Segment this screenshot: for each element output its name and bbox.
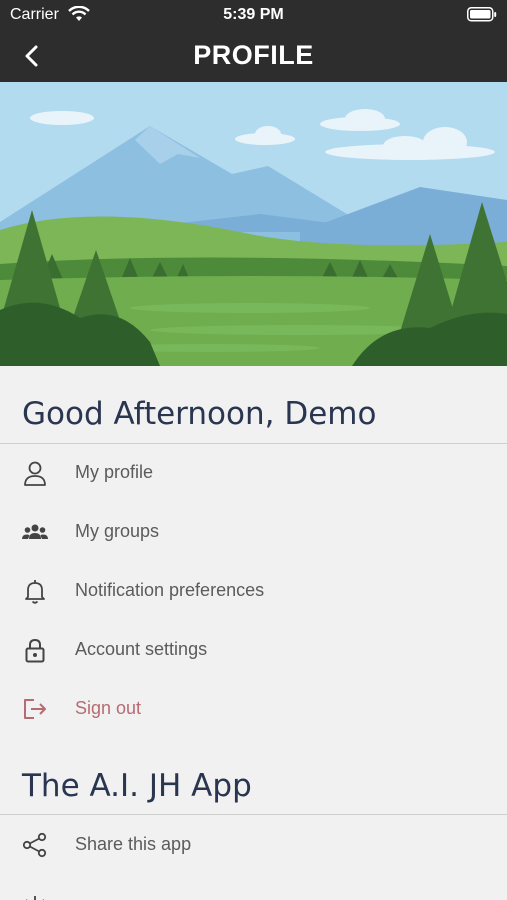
my-groups-item[interactable]: My groups (0, 503, 507, 561)
person-icon (20, 458, 50, 488)
my-groups-label: My groups (75, 521, 160, 541)
battery-icon (467, 7, 497, 27)
page-title: PROFILE (193, 40, 314, 70)
my-profile-item[interactable]: My profile (0, 444, 507, 502)
sign-out-item[interactable]: Sign out (0, 680, 507, 738)
next-item-partial[interactable] (0, 876, 507, 900)
sign-out-label: Sign out (75, 698, 142, 718)
divider (0, 814, 507, 815)
notification-preferences-item[interactable]: Notification preferences (0, 562, 507, 620)
group-icon (20, 517, 50, 547)
greeting-heading: Good Afternoon, Demo (22, 396, 377, 432)
account-settings-label: Account settings (75, 639, 208, 659)
sun-icon (20, 890, 50, 900)
account-settings-item[interactable]: Account settings (0, 621, 507, 679)
share-app-label: Share this app (75, 834, 192, 854)
notification-preferences-label: Notification preferences (75, 580, 265, 600)
bell-icon (20, 576, 50, 606)
share-icon (20, 830, 50, 860)
share-app-item[interactable]: Share this app (0, 816, 507, 874)
lock-icon (20, 635, 50, 665)
sign-out-icon (20, 694, 50, 724)
app-section-heading: The A.I. JH App (22, 768, 252, 804)
nav-bar: PROFILE (0, 30, 507, 82)
my-profile-label: My profile (75, 462, 154, 482)
status-bar: Carrier 5:39 PM (0, 0, 507, 30)
status-time: 5:39 PM (223, 6, 284, 23)
landscape-illustration (0, 82, 507, 366)
